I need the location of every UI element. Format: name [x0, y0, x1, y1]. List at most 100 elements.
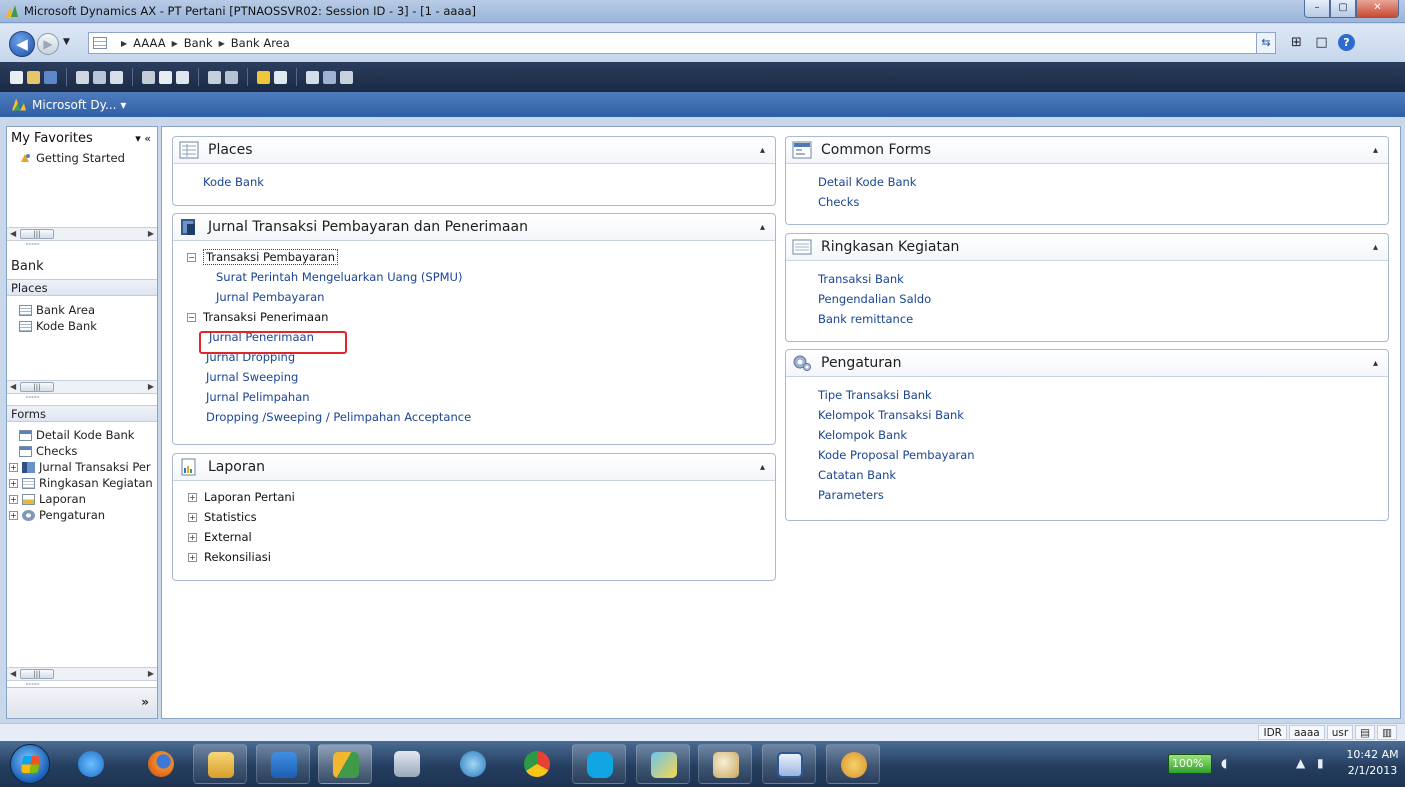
minimize-button[interactable]: – — [1304, 0, 1330, 18]
taskbar-skype-icon[interactable] — [572, 744, 626, 784]
close-button[interactable]: ✕ — [1356, 0, 1399, 18]
collapse-icon[interactable]: ▴ — [1373, 242, 1378, 253]
start-button[interactable] — [10, 744, 50, 784]
status-company[interactable]: aaaa — [1288, 725, 1325, 740]
tree-node-transaksi-penerimaan[interactable]: − Transaksi Penerimaan — [173, 307, 775, 327]
link-jurnal-sweeping[interactable]: Jurnal Sweeping — [173, 367, 775, 387]
grid-view-icon[interactable] — [323, 70, 336, 84]
link-pengendalian-saldo[interactable]: Pengendalian Saldo — [786, 289, 1388, 309]
system-clock[interactable]: 10:42 AM 2/1/2013 — [1345, 747, 1400, 779]
tree-node-external[interactable]: + External — [173, 527, 775, 547]
link-kode-proposal-pembayaran[interactable]: Kode Proposal Pembayaran — [786, 445, 1388, 465]
places-scrollbar[interactable]: ◀ ||| ▶ — [7, 380, 157, 394]
pane-splitter[interactable]: ········· — [7, 241, 157, 249]
taskbar-paint-icon[interactable] — [698, 744, 752, 784]
expand-node-icon[interactable]: + — [188, 552, 197, 562]
refresh-icon[interactable]: ⇆ — [1256, 32, 1276, 54]
scroll-left-icon[interactable]: ◀ — [10, 382, 16, 391]
link-spmu[interactable]: Surat Perintah Mengeluarkan Uang (SPMU) — [173, 267, 775, 287]
collapse-icon[interactable]: ▴ — [760, 222, 765, 233]
taskbar-explorer-icon[interactable] — [193, 744, 247, 784]
export-icon[interactable] — [110, 70, 123, 84]
battery-indicator[interactable]: 100% — [1168, 754, 1212, 774]
taskbar-chrome-icon[interactable] — [510, 744, 564, 784]
favorite-item-getting-started[interactable]: Getting Started — [7, 150, 157, 166]
taskbar-tools-icon[interactable] — [380, 744, 434, 784]
find-icon[interactable] — [208, 70, 221, 84]
collapse-icon[interactable]: ▴ — [1373, 145, 1378, 156]
document-icon[interactable] — [274, 70, 287, 84]
expand-node-icon[interactable]: + — [188, 512, 197, 522]
collapse-icon[interactable]: ▴ — [1373, 358, 1378, 369]
history-dropdown-icon[interactable]: ▼ — [63, 37, 70, 47]
expand-icon[interactable]: + — [9, 510, 18, 520]
expand-pane-button[interactable]: » — [141, 695, 149, 709]
help-icon[interactable]: ? — [1338, 34, 1355, 51]
network-icon[interactable]: ▮ — [1317, 756, 1324, 770]
link-kelompok-transaksi-bank[interactable]: Kelompok Transaksi Bank — [786, 405, 1388, 425]
taskbar-messenger-icon[interactable] — [826, 744, 880, 784]
link-catatan-bank[interactable]: Catatan Bank — [786, 465, 1388, 485]
taskbar-app-icon[interactable] — [256, 744, 310, 784]
link-kelompok-bank[interactable]: Kelompok Bank — [786, 425, 1388, 445]
application-bar[interactable]: Microsoft Dy... ▾ — [0, 92, 1405, 117]
show-hidden-icons[interactable]: ▲ — [1296, 756, 1305, 770]
tree-node-statistics[interactable]: + Statistics — [173, 507, 775, 527]
maximize-button[interactable]: ▢ — [1330, 0, 1356, 18]
group-header-jurnal-transaksi[interactable]: Jurnal Transaksi Pembayaran dan Penerima… — [173, 214, 775, 241]
link-kode-bank[interactable]: Kode Bank — [173, 172, 775, 192]
taskbar-notes-icon[interactable] — [636, 744, 690, 784]
collapse-icon[interactable]: ▴ — [760, 462, 765, 473]
group-header-places[interactable]: Places ▴ — [173, 137, 775, 164]
link-parameters[interactable]: Parameters — [786, 485, 1388, 505]
link-bank-remittance[interactable]: Bank remittance — [786, 309, 1388, 329]
scroll-thumb[interactable]: ||| — [20, 669, 54, 679]
expand-icon[interactable]: + — [9, 478, 18, 488]
layout-icon[interactable]: ⊞ — [1288, 34, 1305, 51]
find-next-icon[interactable] — [225, 70, 238, 84]
breadcrumb-item-aaaa[interactable]: AAAA — [133, 36, 165, 50]
calculator-icon[interactable] — [340, 70, 353, 84]
nav-group-laporan[interactable]: + Laporan — [7, 491, 157, 507]
forward-button[interactable]: ▶ — [37, 33, 59, 55]
alert-icon[interactable] — [257, 70, 270, 84]
back-button[interactable]: ◀ — [9, 31, 35, 57]
expand-node-icon[interactable]: + — [188, 492, 197, 502]
expand-icon[interactable]: + — [9, 494, 18, 504]
taskbar-word-icon[interactable] — [762, 744, 816, 784]
scroll-thumb[interactable]: ||| — [20, 229, 54, 239]
tree-node-laporan-pertani[interactable]: + Laporan Pertani — [173, 487, 775, 507]
group-header-common-forms[interactable]: Common Forms ▴ — [786, 137, 1388, 164]
open-icon[interactable] — [27, 70, 40, 84]
nav-item-bank-area[interactable]: Bank Area — [7, 302, 157, 318]
pane-splitter[interactable]: ········· — [7, 394, 157, 402]
favorites-scrollbar[interactable]: ◀ ||| ▶ — [7, 227, 157, 241]
group-header-laporan[interactable]: Laporan ▴ — [173, 454, 775, 481]
paste-icon[interactable] — [176, 70, 189, 84]
nav-group-jurnal-transaksi[interactable]: + Jurnal Transaksi Per — [7, 459, 157, 475]
nav-item-checks[interactable]: Checks — [7, 443, 157, 459]
breadcrumb-item-bank[interactable]: Bank — [184, 36, 213, 50]
nav-group-ringkasan-kegiatan[interactable]: + Ringkasan Kegiatan — [7, 475, 157, 491]
link-jurnal-pembayaran[interactable]: Jurnal Pembayaran — [173, 287, 775, 307]
taskbar-globe-icon[interactable] — [446, 744, 500, 784]
taskbar-ie-icon[interactable] — [64, 744, 118, 784]
tree-node-rekonsiliasi[interactable]: + Rekonsiliasi — [173, 547, 775, 567]
favorites-controls[interactable]: ▾ « — [135, 132, 151, 145]
link-tipe-transaksi-bank[interactable]: Tipe Transaksi Bank — [786, 385, 1388, 405]
forms-scrollbar[interactable]: ◀ ||| ▶ — [7, 667, 157, 681]
link-detail-kode-bank[interactable]: Detail Kode Bank — [786, 172, 1388, 192]
nav-item-detail-kode-bank[interactable]: Detail Kode Bank — [7, 427, 157, 443]
breadcrumb[interactable]: ▶ AAAA ▶ Bank ▶ Bank Area — [88, 32, 1258, 54]
scroll-right-icon[interactable]: ▶ — [148, 382, 154, 391]
link-dropping-acceptance[interactable]: Dropping /Sweeping / Pelimpahan Acceptan… — [173, 407, 775, 427]
collapse-node-icon[interactable]: − — [187, 312, 196, 322]
breadcrumb-item-bank-area[interactable]: Bank Area — [231, 36, 290, 50]
copy-icon[interactable] — [159, 70, 172, 84]
application-menu[interactable]: Microsoft Dy... ▾ — [32, 98, 126, 112]
collapse-icon[interactable]: ▴ — [760, 145, 765, 156]
taskbar-firefox-icon[interactable] — [134, 744, 188, 784]
link-transaksi-bank[interactable]: Transaksi Bank — [786, 269, 1388, 289]
scroll-left-icon[interactable]: ◀ — [10, 229, 16, 238]
filter-icon[interactable] — [306, 70, 319, 84]
